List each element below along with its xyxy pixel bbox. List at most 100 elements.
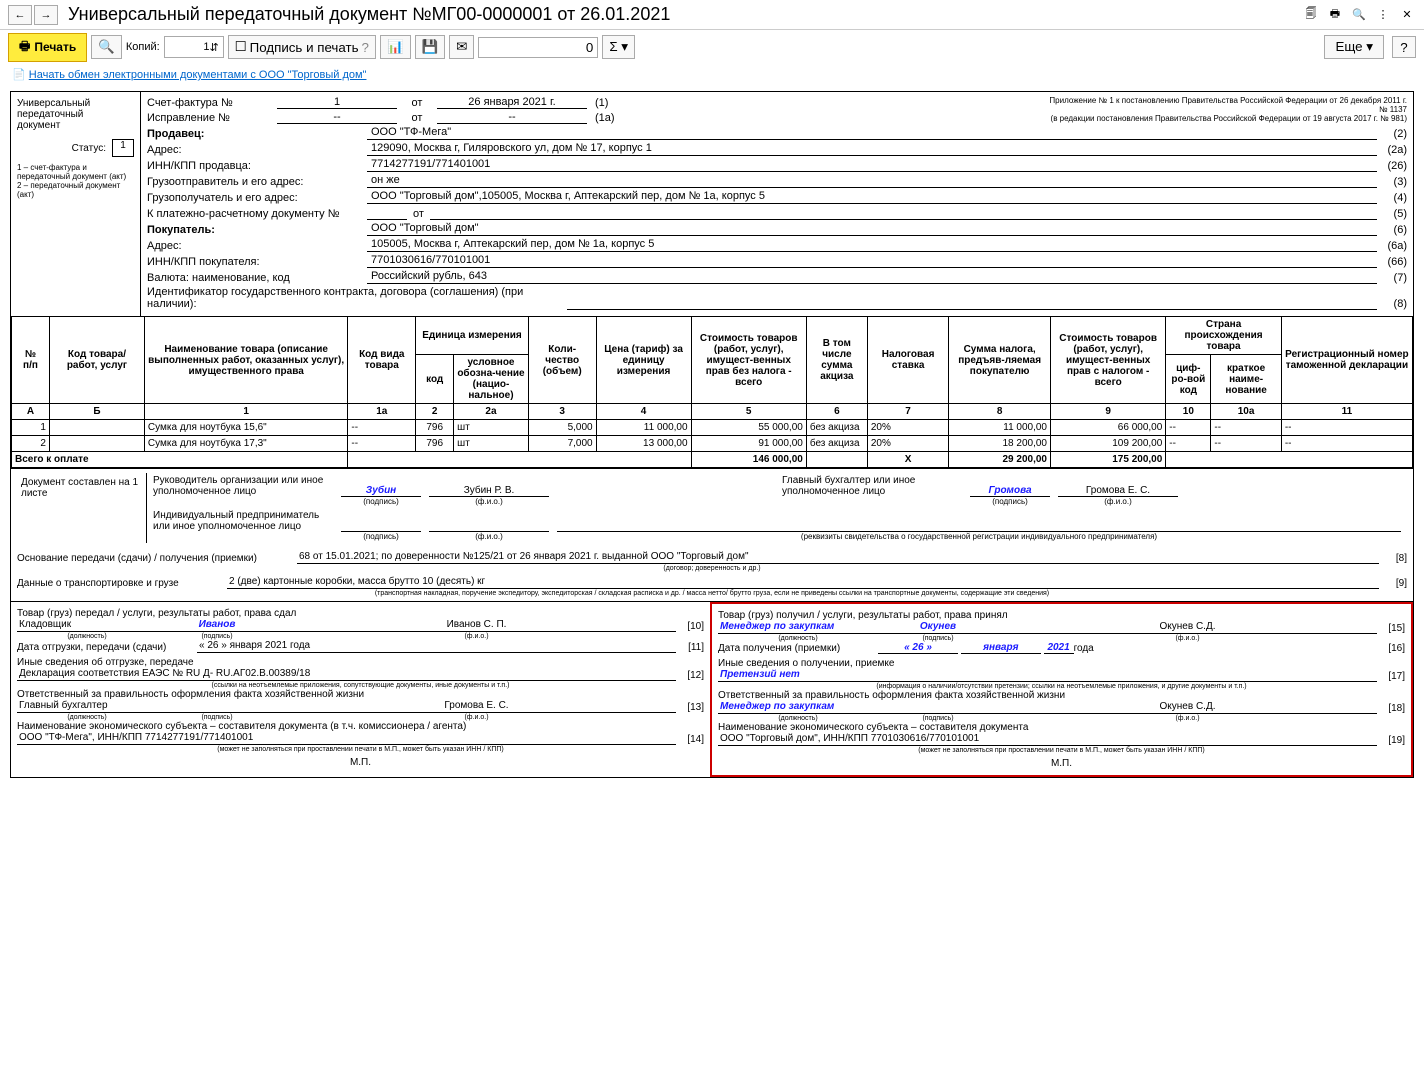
recv-name: Окунев С.Д. bbox=[998, 621, 1377, 634]
payment-from: от bbox=[407, 208, 430, 220]
basis-val: 68 от 15.01.2021; по доверенности №125/2… bbox=[297, 551, 1379, 564]
buyer-label: Покупатель: bbox=[147, 224, 367, 236]
back-button[interactable]: ← bbox=[8, 5, 32, 25]
doc-pages: Документ составлен на 1 листе bbox=[17, 473, 147, 543]
correction-num: -- bbox=[277, 111, 397, 124]
buyer-addr-label: Адрес: bbox=[147, 240, 367, 252]
status-label: Статус: bbox=[72, 143, 106, 154]
window-title: Универсальный передаточный документ №МГ0… bbox=[68, 4, 1302, 25]
copies-label: Копий: bbox=[126, 41, 160, 53]
inn-seller-label: ИНН/КПП продавца: bbox=[147, 160, 367, 172]
items-table: № п/п Код товара/ работ, услуг Наименова… bbox=[11, 316, 1413, 468]
status-value: 1 bbox=[112, 139, 134, 157]
payment-label: К платежно-расчетному документу № bbox=[147, 208, 367, 220]
ip-label: Индивидуальный предприниматель или иное … bbox=[153, 510, 333, 532]
head-name: Зубин Р. В. bbox=[429, 485, 549, 497]
upd-label3: документ bbox=[17, 120, 134, 131]
shipper-val: он же bbox=[367, 174, 1377, 188]
th-no: № п/п bbox=[12, 317, 50, 404]
buyer-val: ООО "Торговый дом" bbox=[367, 222, 1377, 236]
transport-label: Данные о транспортировке и грузе bbox=[17, 578, 227, 589]
consignee-val: ООО "Торговый дом",105005, Москва г, Апт… bbox=[367, 190, 1377, 204]
th-code: Код товара/ работ, услуг bbox=[49, 317, 144, 404]
save-icon[interactable]: 🗐 bbox=[1302, 6, 1320, 24]
status-note: 1 – счет-фактура и передаточный документ… bbox=[17, 163, 134, 199]
th-price: Цена (тариф) за единицу измерения bbox=[596, 317, 691, 404]
more-button[interactable]: Еще ▾ bbox=[1324, 35, 1384, 59]
recv-econ-label: Наименование экономического субъекта – с… bbox=[718, 722, 1405, 733]
print-icon[interactable]: 🖶 bbox=[1326, 6, 1344, 24]
transport-val: 2 (две) картонные коробки, масса брутто … bbox=[227, 576, 1379, 589]
recv-resp-pos: Менеджер по закупкам bbox=[718, 701, 878, 714]
acct-name: Громова Е. С. bbox=[1058, 485, 1178, 497]
acct-sig: Громова bbox=[970, 485, 1050, 497]
total-cost: 146 000,00 bbox=[691, 452, 806, 468]
recv-date-label: Дата получения (приемки) bbox=[718, 643, 878, 654]
inn-buyer-val: 7701030616/770101001 bbox=[367, 254, 1377, 268]
resp-pos: Главный бухгалтер bbox=[17, 700, 157, 713]
close-icon[interactable]: ✕ bbox=[1398, 6, 1416, 24]
copies-spinner[interactable]: 1 ⇵ bbox=[164, 36, 224, 58]
correction-date: -- bbox=[437, 111, 587, 124]
printer-icon: 🖶 bbox=[19, 37, 30, 58]
mp-right: М.П. bbox=[718, 758, 1405, 769]
th-country-code: циф-ро-вой код bbox=[1166, 355, 1211, 404]
total-x: X bbox=[867, 452, 948, 468]
help-button[interactable]: ? bbox=[1392, 36, 1416, 58]
spreadsheet-button[interactable]: 📊 bbox=[380, 35, 411, 59]
edo-icon: 📄 bbox=[12, 69, 26, 81]
inn-buyer-label: ИНН/КПП покупателя: bbox=[147, 256, 367, 268]
recv-resp-label: Ответственный за правильность оформления… bbox=[718, 690, 1405, 701]
sign-print-button[interactable]: ☐ Подпись и печать ? bbox=[228, 35, 376, 59]
handed-name: Иванов С. П. bbox=[277, 619, 676, 632]
zero-input[interactable] bbox=[478, 37, 598, 58]
print-button[interactable]: 🖶Печать bbox=[8, 33, 87, 62]
more-icon[interactable]: ⋮ bbox=[1374, 6, 1392, 24]
invoice-label: Счет-фактура № bbox=[147, 97, 277, 109]
th-total: Стоимость товаров (работ, услуг), имущес… bbox=[1051, 317, 1166, 404]
resp-name: Громова Е. С. bbox=[277, 700, 676, 713]
transport-code: [9] bbox=[1379, 578, 1407, 589]
table-row: 2Сумка для ноутбука 17,3"--796шт7,00013 … bbox=[12, 436, 1413, 452]
c4: (4) bbox=[1377, 192, 1407, 204]
consignee-label: Грузополучатель и его адрес: bbox=[147, 192, 367, 204]
recv-econ-val: ООО "Торговый дом", ИНН/КПП 7701030616/7… bbox=[718, 733, 1377, 746]
seller-label: Продавец: bbox=[147, 128, 367, 140]
head-label: Руководитель организации или иное уполно… bbox=[153, 475, 333, 497]
c2: (2) bbox=[1377, 128, 1407, 140]
handed-sig: Иванов bbox=[157, 619, 277, 632]
contract-label: Идентификатор государственного контракта… bbox=[147, 286, 567, 310]
resp-label: Ответственный за правильность оформления… bbox=[17, 689, 704, 700]
buyer-addr: 105005, Москва г, Аптекарский пер, дом №… bbox=[367, 238, 1377, 252]
recv-other-val: Претензий нет bbox=[718, 669, 1377, 682]
c6: (6) bbox=[1377, 224, 1407, 236]
currency-label: Валюта: наименование, код bbox=[147, 272, 367, 284]
recv-resp-name: Окунев С.Д. bbox=[998, 701, 1377, 714]
forward-button[interactable]: → bbox=[34, 5, 58, 25]
th-rate: Налоговая ставка bbox=[867, 317, 948, 404]
appendix2: (в редакции постановления Правительства … bbox=[1047, 114, 1407, 123]
th-tax: Сумма налога, предъяв-ляемая покупателю bbox=[949, 317, 1051, 404]
correction-label: Исправление № bbox=[147, 112, 277, 124]
c6a: (6а) bbox=[1377, 240, 1407, 252]
recv-pos: Менеджер по закупкам bbox=[718, 621, 878, 634]
ship-date-label: Дата отгрузки, передачи (сдачи) bbox=[17, 642, 197, 653]
seller-val: ООО "ТФ-Мега" bbox=[367, 126, 1377, 140]
other-val: Декларация соответствия ЕАЭС № RU Д- RU.… bbox=[17, 668, 676, 681]
preview-icon[interactable]: 🔍 bbox=[1350, 6, 1368, 24]
total-label: Всего к оплате bbox=[12, 452, 348, 468]
save-button[interactable]: 💾 bbox=[415, 35, 446, 59]
edo-link[interactable]: Начать обмен электронными документами с … bbox=[29, 69, 367, 81]
th-customs: Регистрационный номер таможенной деклара… bbox=[1281, 317, 1412, 404]
recv-sig: Окунев bbox=[878, 621, 998, 634]
sigma-button[interactable]: Σ ▾ bbox=[602, 35, 635, 59]
upd-label2: передаточный bbox=[17, 109, 134, 120]
table-row: 1Сумка для ноутбука 15,6"--796шт5,00011 … bbox=[12, 420, 1413, 436]
invoice-num: 1 bbox=[277, 96, 397, 109]
handed-pos: Кладовщик bbox=[17, 619, 157, 632]
th-cost: Стоимость товаров (работ, услуг), имущес… bbox=[691, 317, 806, 404]
mail-button[interactable]: ✉ bbox=[449, 35, 474, 59]
th-unit: Единица измерения bbox=[416, 317, 529, 355]
upd-label1: Универсальный bbox=[17, 98, 134, 109]
preview-button[interactable]: 🔍 bbox=[91, 35, 122, 59]
